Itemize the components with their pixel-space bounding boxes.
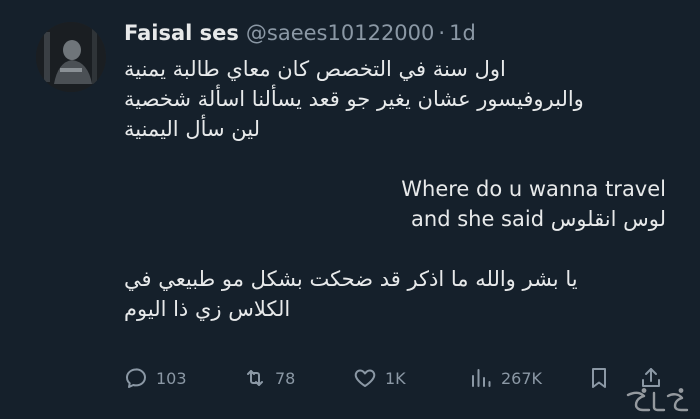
haraj-watermark-logo: [624, 387, 692, 417]
display-name[interactable]: Faisal ses: [124, 21, 239, 45]
reply-icon: [126, 368, 146, 388]
retweet-count: 78: [275, 368, 296, 388]
like-button[interactable]: 1K: [353, 366, 406, 390]
tweet-text-line: and she said لوس انقلوس: [411, 207, 666, 231]
avatar[interactable]: [36, 22, 106, 92]
tweet-text-line: لين سأل اليمنية: [124, 117, 260, 141]
reply-count: 103: [156, 368, 187, 388]
bookmark-icon: [592, 368, 606, 388]
tweet-text-line: الكلاس زي ذا اليوم: [124, 297, 291, 321]
tweet-timestamp[interactable]: 1d: [449, 21, 476, 45]
tweet-actions: 103 78 1K 267K: [0, 366, 700, 396]
tweet-card[interactable]: Faisal ses @saees10122000 · 1d اول سنة ف…: [0, 0, 700, 419]
tweet-text-line: والبروفيسور عشان يغير جو قعد يسألنا اسأل…: [124, 87, 584, 111]
views-chart-icon: [472, 369, 491, 387]
tweet-text-line: اول سنة في التخصص كان معاي طالبة يمنية: [124, 57, 506, 81]
like-count: 1K: [385, 368, 406, 388]
tweet-text-line: Where do u wanna travel: [401, 177, 666, 201]
separator-dot: ·: [438, 21, 446, 45]
bookmark-button[interactable]: [587, 366, 611, 390]
retweet-button[interactable]: 78: [243, 366, 295, 390]
user-handle[interactable]: @saees10122000: [246, 21, 434, 45]
reply-button[interactable]: 103: [124, 366, 187, 390]
tweet-text-line: يا بشر والله ما اذكر قد ضحكت بشكل مو طبي…: [124, 267, 578, 291]
heart-icon: [354, 369, 376, 387]
views-button[interactable]: 267K: [469, 366, 542, 390]
views-count: 267K: [501, 368, 543, 388]
tweet-text: اول سنة في التخصص كان معاي طالبة يمنية و…: [124, 54, 666, 324]
tweet-header: Faisal ses @saees10122000 · 1d: [124, 21, 476, 45]
retweet-icon: [247, 370, 263, 386]
